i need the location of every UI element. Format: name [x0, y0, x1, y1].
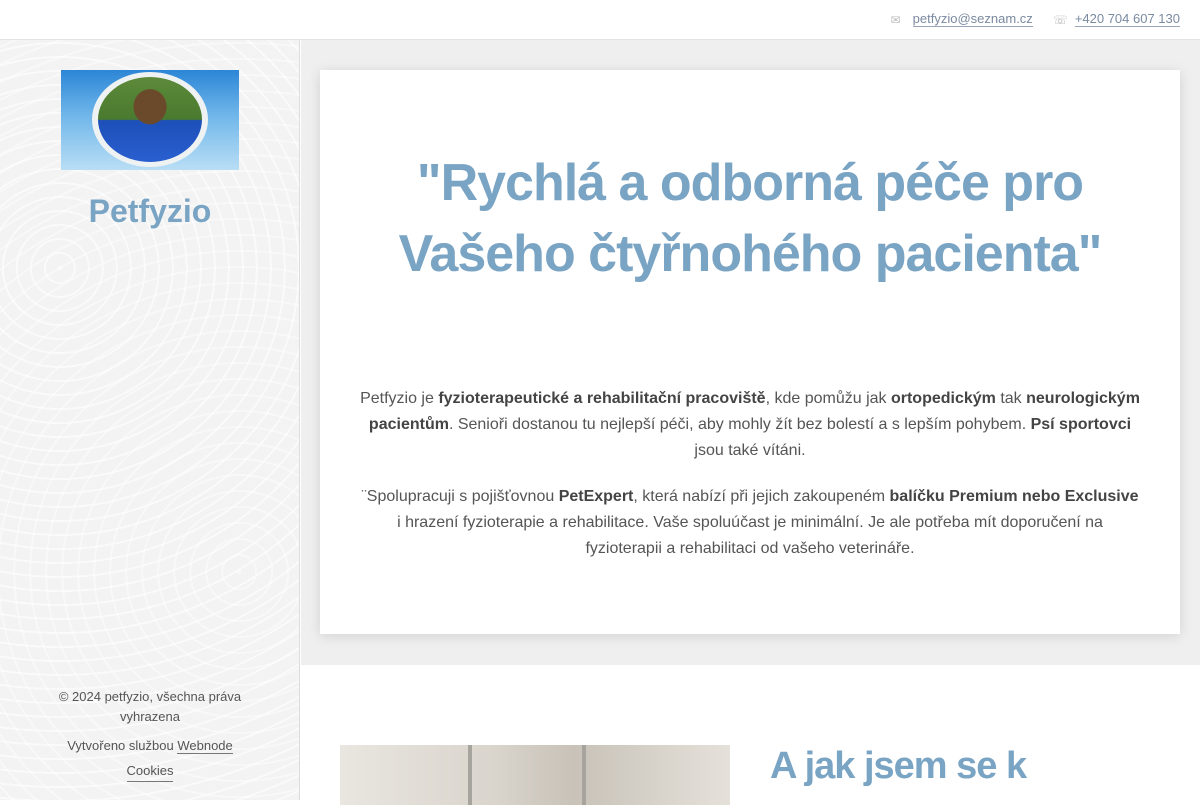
intro-p2-text: i hrazení fyzioterapie a rehabilitace. V…: [397, 514, 1103, 557]
about-photo: [340, 745, 730, 805]
sidebar: Petfyzio © 2024 petfyzio, všechna práva …: [0, 40, 300, 800]
contact-email: ✉ petfyzio@seznam.cz: [891, 12, 1033, 27]
webnode-link[interactable]: Webnode: [177, 738, 233, 754]
intro-p2-bold: balíčku Premium nebo Exclusive: [889, 488, 1139, 505]
sidebar-footer: © 2024 petfyzio, všechna práva vyhrazena…: [40, 687, 260, 782]
intro-p1-text: . Senioři dostanou tu nejlepší péči, aby…: [448, 416, 1031, 433]
site-title[interactable]: Petfyzio: [0, 193, 300, 230]
main-content: "Rychlá a odborná péče pro Vašeho čtyřno…: [301, 40, 1200, 805]
about-heading: A jak jsem se k: [770, 745, 1027, 787]
photo-detail: [582, 745, 586, 805]
intro-paragraph-2: ¨Spolupracuji s pojišťovnou PetExpert, k…: [358, 484, 1142, 562]
intro-p1-text: tak: [995, 390, 1027, 407]
intro-p1-bold: ortopedickým: [890, 390, 996, 407]
hero-card: "Rychlá a odborná péče pro Vašeho čtyřno…: [320, 70, 1180, 634]
intro-p1-text: jsou také vítáni.: [694, 442, 806, 459]
intro-p2-text: , která nabízí při jejich zakoupeném: [633, 488, 890, 505]
phone-link[interactable]: +420 704 607 130: [1074, 12, 1180, 27]
intro-paragraph-1: Petfyzio je fyzioterapeutické a rehabili…: [358, 386, 1142, 464]
hero-headline: "Rychlá a odborná péče pro Vašeho čtyřno…: [398, 154, 1103, 283]
copyright-text: © 2024 petfyzio, všechna práva vyhrazena: [58, 689, 242, 724]
site-logo[interactable]: [61, 70, 239, 170]
intro-p2-bold: PetExpert: [558, 488, 634, 505]
made-with: Vytvořeno službou Webnode: [40, 736, 260, 756]
intro-text: Petfyzio je fyzioterapeutické a rehabili…: [358, 386, 1142, 562]
photo-detail: [468, 745, 472, 805]
intro-p1-bold: fyzioterapeutické a rehabilitační pracov…: [438, 390, 766, 407]
made-with-prefix: Vytvořeno službou: [67, 738, 174, 753]
envelope-icon: ✉: [890, 12, 901, 27]
about-section: A jak jsem se k: [301, 665, 1200, 805]
contact-phone: ☏ +420 704 607 130: [1053, 12, 1180, 27]
top-contact-bar: ✉ petfyzio@seznam.cz ☏ +420 704 607 130: [0, 0, 1200, 40]
intro-p1-bold: Psí sportovci: [1030, 416, 1132, 433]
cookies-link[interactable]: Cookies: [126, 761, 174, 782]
intro-p1-text: Petfyzio je: [360, 390, 439, 407]
logo-dog-photo: [98, 77, 202, 162]
intro-p2-text: ¨Spolupracuji s pojišťovnou: [361, 488, 559, 505]
intro-p1-text: , kde pomůžu jak: [765, 390, 891, 407]
email-link[interactable]: petfyzio@seznam.cz: [912, 12, 1033, 27]
phone-icon: ☏: [1052, 12, 1068, 27]
